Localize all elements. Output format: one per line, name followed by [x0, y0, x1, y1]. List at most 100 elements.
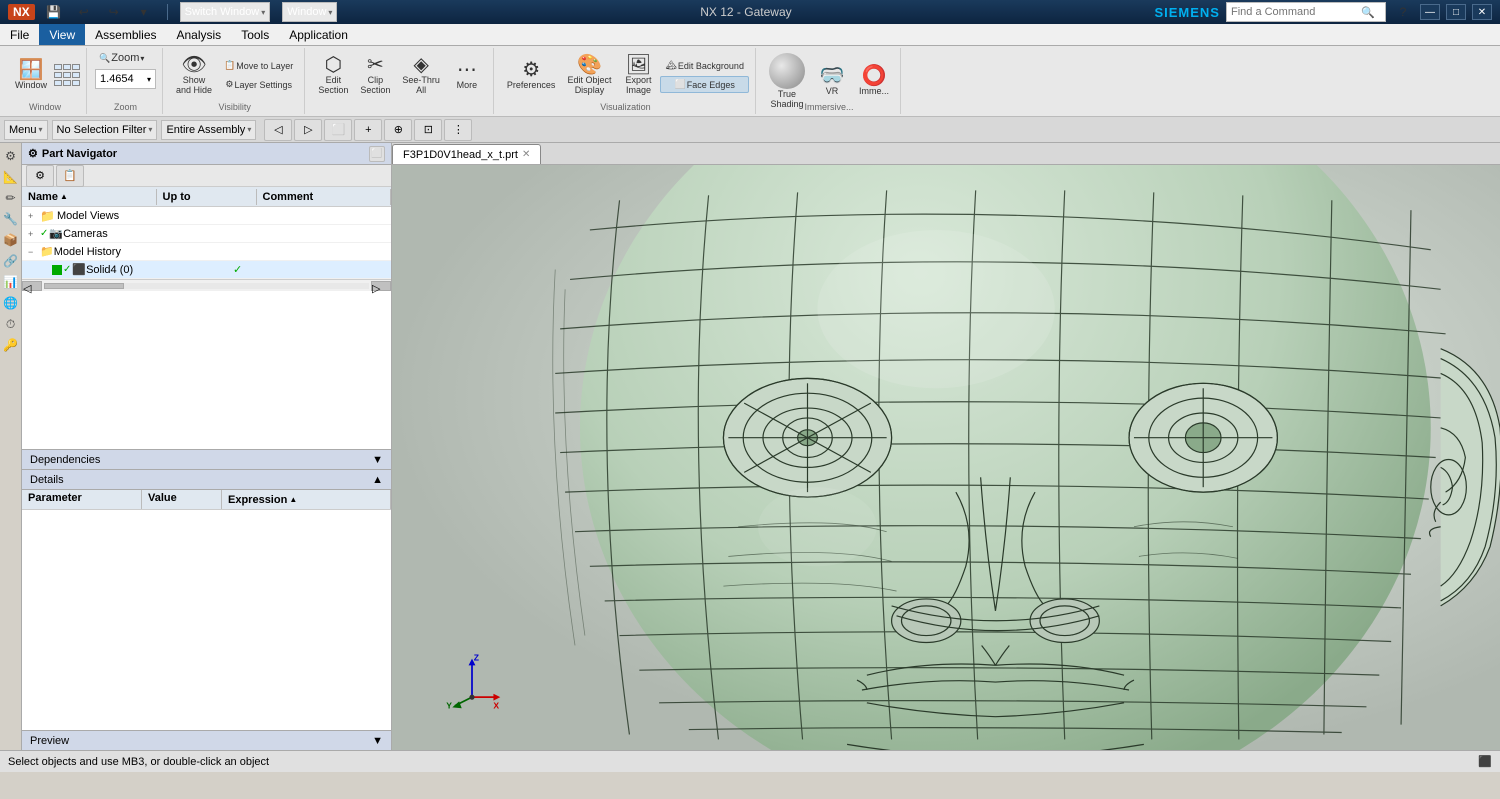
vr-button[interactable]: 🥽 VR — [812, 63, 852, 100]
nx-logo: NX — [8, 4, 35, 20]
window-menu-button[interactable]: Window ▾ — [282, 2, 337, 22]
expression-col-header[interactable]: Expression ▲ — [222, 490, 391, 509]
show-hide-sub: 📋 Move to Layer ⚙ Layer Settings — [219, 57, 298, 93]
menu-assemblies[interactable]: Assemblies — [85, 24, 166, 45]
see-thru-button[interactable]: ◈ See-ThruAll — [397, 52, 445, 99]
undo-button[interactable]: ↩ — [73, 1, 95, 23]
export-image-button[interactable]: 🖼 ExportImage — [618, 52, 658, 99]
preview-label: Preview — [30, 735, 69, 747]
expand-icon-model-history[interactable]: − — [28, 247, 40, 257]
zoom-value-box[interactable]: ▾ — [95, 69, 156, 89]
expand-icon-model-views[interactable]: + — [28, 211, 40, 221]
tree-row-model-history[interactable]: − 📁 Model History — [22, 243, 391, 261]
selection-filter-dropdown[interactable]: No Selection Filter ▾ — [52, 120, 158, 140]
tb-small-3[interactable]: ⬜ — [324, 119, 352, 141]
value-col-header[interactable]: Value — [142, 490, 222, 509]
nav-tb-2[interactable]: 📋 — [56, 165, 84, 187]
sidebar-icon-2[interactable]: 📐 — [2, 168, 20, 186]
scroll-left-btn[interactable]: ◁ — [22, 281, 42, 291]
tree-row-solid4[interactable]: ✓ ⬛ Solid4 (0) ✓ — [22, 261, 391, 279]
viewport-tab-head[interactable]: F3P1D0V1head_x_t.prt ✕ — [392, 144, 541, 164]
tb-small-7[interactable]: ⋮ — [444, 119, 472, 141]
head-model-svg — [392, 165, 1500, 750]
edit-background-button[interactable]: 🏔 Edit Background — [660, 57, 748, 74]
redo-button[interactable]: ↪ — [103, 1, 125, 23]
dependencies-header[interactable]: Dependencies ▼ — [22, 450, 391, 470]
find-command-box[interactable]: 🔍 — [1226, 2, 1386, 22]
navigator-maximize-button[interactable]: ⬜ — [369, 146, 385, 162]
visualization-group-label: Visualization — [496, 102, 755, 112]
sidebar-icon-7[interactable]: 📊 — [2, 273, 20, 291]
tb-small-6[interactable]: ⊡ — [414, 119, 442, 141]
nav-scrollbar[interactable]: ◁ ▷ — [22, 279, 391, 291]
menu-tools[interactable]: Tools — [231, 24, 279, 45]
sidebar-icon-3[interactable]: ✏ — [2, 189, 20, 207]
tb-small-2[interactable]: ▷ — [294, 119, 322, 141]
comment-column-header[interactable]: Comment — [257, 189, 392, 205]
viewport-canvas[interactable]: Z X Y — [392, 165, 1500, 750]
find-command-input[interactable] — [1231, 6, 1361, 18]
main-toolbar: 🪟 Window — [0, 46, 1500, 116]
zoom-group: 🔍 Zoom ▾ ▾ Zoom — [89, 48, 163, 114]
svg-text:Y: Y — [446, 700, 452, 710]
assembly-dropdown[interactable]: Entire Assembly ▾ — [161, 120, 256, 140]
sidebar-icon-1[interactable]: ⚙ — [2, 147, 20, 165]
tb-small-5[interactable]: ⊕ — [384, 119, 412, 141]
menu-application[interactable]: Application — [279, 24, 358, 45]
sidebar-icon-4[interactable]: 🔧 — [2, 210, 20, 228]
tab-close-button[interactable]: ✕ — [522, 149, 530, 160]
shading-group: TrueShading 🥽 VR ⭕ Imme... Immersive... — [758, 48, 901, 114]
tb-small-4[interactable]: + — [354, 119, 382, 141]
sidebar-icon-9[interactable]: ⏱ — [2, 315, 20, 333]
layer-settings-button[interactable]: ⚙ Layer Settings — [219, 76, 298, 93]
expand-icon-cameras[interactable]: + — [28, 229, 40, 239]
sidebar-icon-10[interactable]: 🔑 — [2, 336, 20, 354]
see-thru-label: See-ThruAll — [402, 76, 440, 96]
details-header[interactable]: Details ▲ — [22, 470, 391, 490]
switch-window-button[interactable]: Switch Window ▾ — [180, 2, 271, 22]
siemens-label: SIEMENS — [1154, 5, 1220, 20]
preview-header[interactable]: Preview ▼ — [22, 730, 391, 750]
zoom-input[interactable] — [100, 73, 145, 85]
solid4-check1-icon — [52, 265, 62, 275]
minimize-button[interactable]: — — [1420, 4, 1440, 20]
more-button[interactable]: ⋯ More — [447, 57, 487, 94]
show-hide-button[interactable]: 👁 Showand Hide — [171, 52, 217, 99]
maximize-button[interactable]: □ — [1446, 4, 1466, 20]
immersive-button[interactable]: ⭕ Imme... — [854, 63, 894, 100]
menu-dropdown[interactable]: Menu ▾ — [4, 120, 48, 140]
window-button[interactable]: 🪟 Window — [10, 57, 52, 94]
viewport: F3P1D0V1head_x_t.prt ✕ — [392, 143, 1500, 750]
menu-file[interactable]: File — [0, 24, 39, 45]
close-button[interactable]: ✕ — [1472, 4, 1492, 20]
sidebar-icon-5[interactable]: 📦 — [2, 231, 20, 249]
scroll-right-btn[interactable]: ▷ — [371, 281, 391, 291]
face-edges-button[interactable]: ⬜ Face Edges — [660, 76, 748, 93]
save-button[interactable]: 💾 — [43, 1, 65, 23]
nav-tb-1[interactable]: ⚙ — [26, 165, 54, 187]
details-columns: Parameter Value Expression ▲ — [22, 490, 391, 510]
name-column-header[interactable]: Name ▲ — [22, 189, 157, 205]
sidebar-icon-8[interactable]: 🌐 — [2, 294, 20, 312]
edit-section-button[interactable]: ⬡ EditSection — [313, 52, 353, 99]
menu-view[interactable]: View — [39, 24, 85, 45]
help-button[interactable]: ? — [1392, 1, 1414, 23]
clip-section-icon: ✂ — [367, 55, 384, 75]
comment-col-label: Comment — [263, 191, 314, 203]
uptodate-column-header[interactable]: Up to — [157, 189, 257, 205]
navigator-tree: + 📁 Model Views + ✓ 📷 Cameras — [22, 207, 391, 449]
clip-section-button[interactable]: ✂ ClipSection — [355, 52, 395, 99]
tb-small-1[interactable]: ◁ — [264, 119, 292, 141]
tree-row-cameras[interactable]: + ✓ 📷 Cameras — [22, 225, 391, 243]
tb-customize-button[interactable]: ▾ — [133, 1, 155, 23]
tree-row-model-views[interactable]: + 📁 Model Views — [22, 207, 391, 225]
preferences-button[interactable]: ⚙ Preferences — [502, 57, 561, 94]
left-sidebar: ⚙ 📐 ✏ 🔧 📦 🔗 📊 🌐 ⏱ 🔑 — [0, 143, 22, 750]
sidebar-icon-6[interactable]: 🔗 — [2, 252, 20, 270]
zoom-button[interactable]: 🔍 Zoom ▾ — [95, 50, 148, 66]
parameter-col-header[interactable]: Parameter — [22, 490, 142, 509]
menu-analysis[interactable]: Analysis — [167, 24, 232, 45]
model-views-name: Model Views — [57, 210, 173, 222]
edit-object-display-button[interactable]: 🎨 Edit ObjectDisplay — [562, 52, 616, 99]
move-to-layer-button[interactable]: 📋 Move to Layer — [219, 57, 298, 74]
